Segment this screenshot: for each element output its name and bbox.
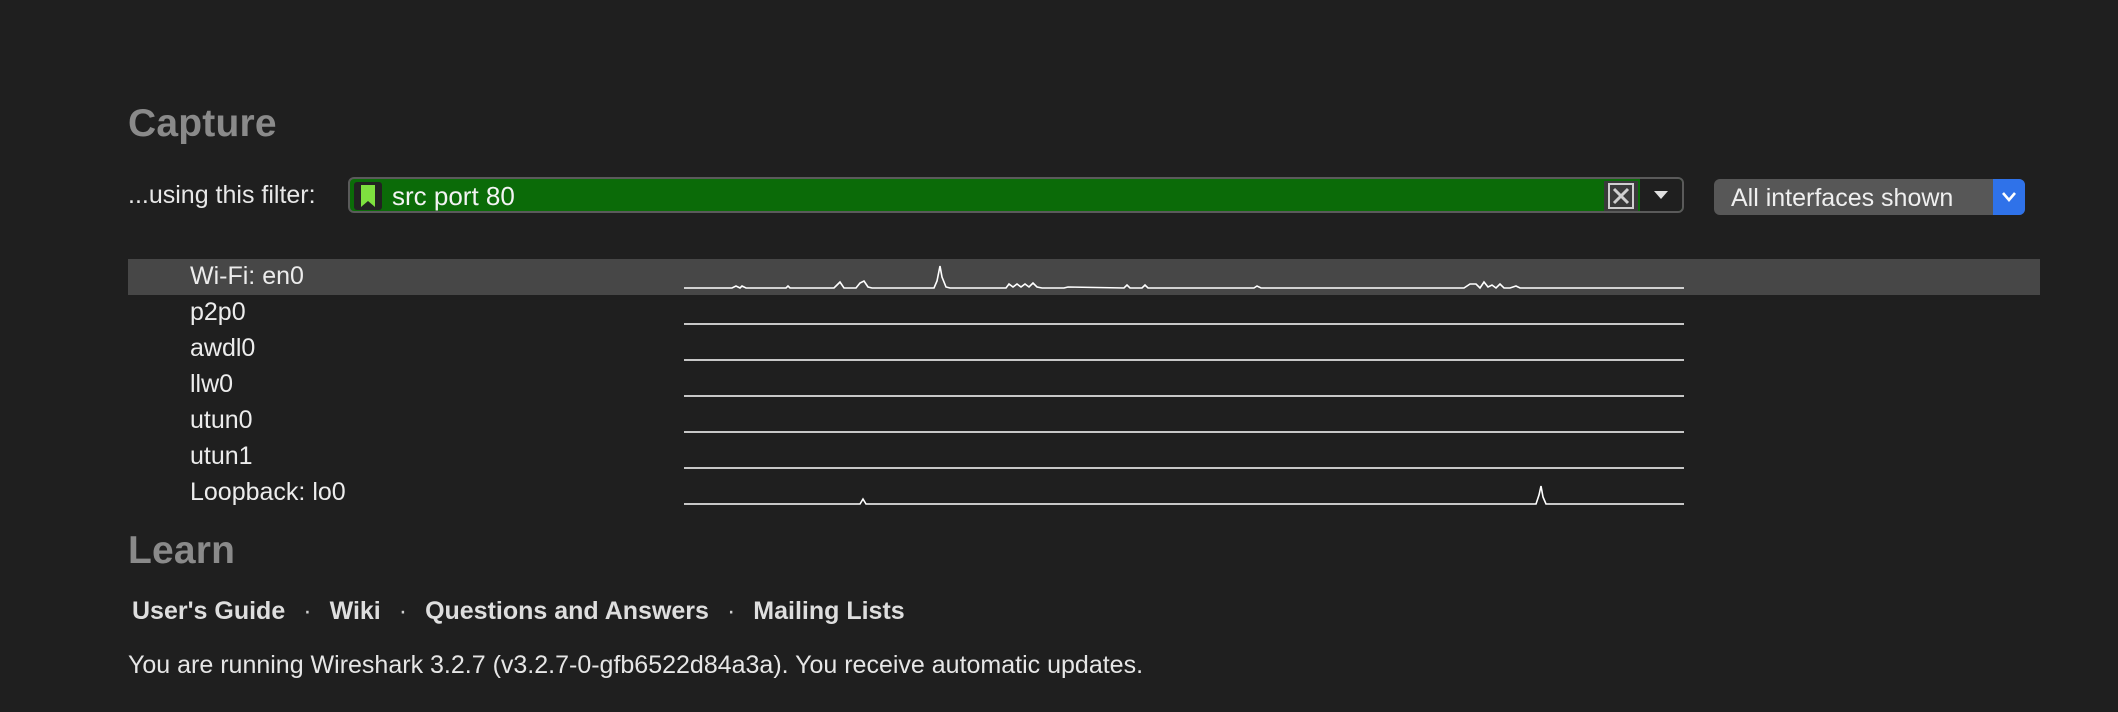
learn-section-title: Learn xyxy=(128,529,236,572)
version-status-text: You are running Wireshark 3.2.7 (v3.2.7-… xyxy=(128,651,1144,679)
clear-filter-button[interactable] xyxy=(1604,181,1638,211)
interface-name: Loopback: lo0 xyxy=(190,478,346,506)
chevron-down-icon xyxy=(2002,192,2016,202)
traffic-sparkline xyxy=(684,395,1684,397)
interface-row-llw0[interactable]: llw0 xyxy=(128,367,2040,403)
link-separator: · xyxy=(303,597,312,625)
interface-row-loopback-lo0[interactable]: Loopback: lo0 xyxy=(128,475,2040,511)
chevron-down-icon xyxy=(1654,191,1668,199)
bookmark-icon xyxy=(361,185,375,207)
learn-links: User's Guide · Wiki · Questions and Answers ·… xyxy=(132,597,905,626)
interfaces-shown-select[interactable]: All interfaces shown xyxy=(1714,179,2025,215)
traffic-sparkline xyxy=(684,431,1684,433)
traffic-sparkline xyxy=(684,323,1684,325)
interfaces-shown-label: All interfaces shown xyxy=(1731,184,1954,212)
traffic-sparkline xyxy=(684,467,1684,469)
welcome-page: Capture ...using this filter: src port 8… xyxy=(0,0,2118,712)
interface-row-awdl0[interactable]: awdl0 xyxy=(128,331,2040,367)
wiki-link[interactable]: Wiki xyxy=(330,597,381,625)
filter-label: ...using this filter: xyxy=(128,181,316,209)
traffic-sparkline xyxy=(684,485,1684,505)
link-separator: · xyxy=(398,597,408,625)
users-guide-link[interactable]: User's Guide xyxy=(132,597,285,625)
mailing-lists-link[interactable]: Mailing Lists xyxy=(753,597,904,625)
capture-filter-input[interactable]: src port 80 xyxy=(348,177,1684,213)
interface-list: Wi-Fi: en0 p2p0 awdl0 llw0 utun0 utun1 L… xyxy=(128,259,2040,511)
interface-name: utun0 xyxy=(190,406,253,434)
bookmark-button[interactable] xyxy=(354,182,382,210)
traffic-sparkline xyxy=(684,359,1684,361)
interface-row-utun1[interactable]: utun1 xyxy=(128,439,2040,475)
interface-name: utun1 xyxy=(190,442,253,470)
interface-name: Wi-Fi: en0 xyxy=(190,262,304,290)
interface-row-p2p0[interactable]: p2p0 xyxy=(128,295,2040,331)
interface-row-wifi-en0[interactable]: Wi-Fi: en0 xyxy=(128,259,2040,295)
questions-and-answers-link[interactable]: Questions and Answers xyxy=(425,597,709,625)
interface-name: p2p0 xyxy=(190,298,246,326)
clear-filter-icon xyxy=(1608,183,1634,209)
interfaces-dropdown-button[interactable] xyxy=(1993,179,2025,215)
traffic-sparkline xyxy=(684,265,1684,290)
interface-name: llw0 xyxy=(190,370,234,398)
filter-text[interactable]: src port 80 xyxy=(392,181,515,212)
filter-history-dropdown[interactable] xyxy=(1640,179,1682,211)
capture-section-title: Capture xyxy=(128,102,277,145)
link-separator: · xyxy=(726,597,736,625)
interface-row-utun0[interactable]: utun0 xyxy=(128,403,2040,439)
interface-name: awdl0 xyxy=(190,334,256,362)
